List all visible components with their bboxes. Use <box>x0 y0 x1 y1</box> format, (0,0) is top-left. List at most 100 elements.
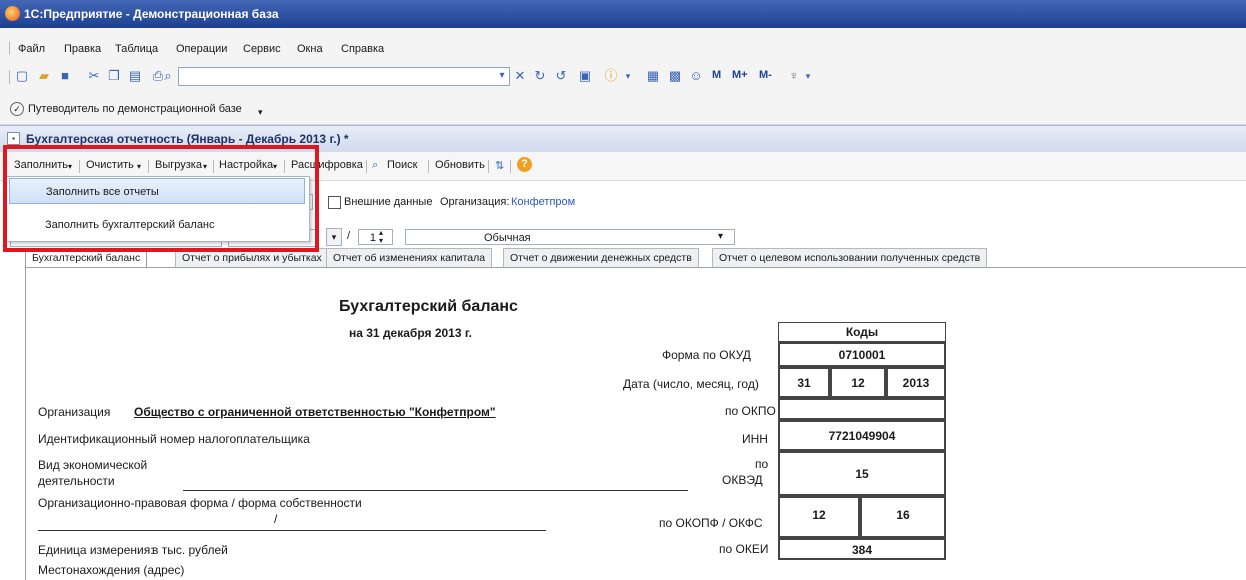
title-bar: 1С:Предприятие - Демонстрационная база <box>0 0 1246 28</box>
save-icon[interactable]: ■ <box>57 68 73 84</box>
menu-bar: Файл Правка Таблица Операции Сервис Окна… <box>0 28 1246 58</box>
legal-form-label: Организационно-правовая форма / форма со… <box>38 496 362 510</box>
tab-capital-changes[interactable]: Отчет об изменениях капитала <box>326 248 493 267</box>
org-label: Организация <box>38 405 111 419</box>
menu-help[interactable]: Справка <box>341 43 384 55</box>
okved-value: 15 <box>778 451 946 496</box>
mode-value: Обычная <box>484 232 531 244</box>
tab-targeted-use[interactable]: Отчет о целевом использовании полученных… <box>712 248 988 267</box>
menu-table[interactable]: Таблица <box>115 43 158 55</box>
menu-edit[interactable]: Правка <box>64 43 101 55</box>
paste-icon[interactable]: ▤ <box>127 68 143 84</box>
menu-service[interactable]: Сервис <box>243 43 281 55</box>
toolbar-grip <box>9 70 10 84</box>
counter-spin-icon[interactable]: ▴ ▾ <box>379 229 383 245</box>
cmd-separator <box>366 160 367 173</box>
balance-form <box>25 267 1246 580</box>
okpo-value <box>778 398 946 420</box>
find-next-icon[interactable]: ↻ <box>532 68 548 84</box>
external-data-checkbox[interactable] <box>328 196 341 209</box>
date-label: Дата (число, месяц, год) <box>623 377 759 391</box>
memory-minus-button[interactable]: M- <box>759 69 772 81</box>
cmd-separator <box>510 160 511 173</box>
menu-file[interactable]: Файл <box>18 43 45 55</box>
help-icon[interactable]: ? <box>517 157 532 172</box>
okopf-label: по ОКОПФ / ОКФС <box>659 516 763 530</box>
counter-input[interactable]: 1 <box>358 229 393 245</box>
okved-label-2: ОКВЭД <box>722 473 763 487</box>
cmd-separator <box>428 160 429 173</box>
inn-label: ИНН <box>742 432 768 446</box>
period-dropdown-icon[interactable]: ▾ <box>326 228 342 246</box>
activity-label-2: деятельности <box>38 474 115 488</box>
organization-label: Организация: <box>440 196 510 208</box>
new-document-icon[interactable]: ▢ <box>14 68 30 84</box>
app-logo-icon <box>5 6 20 21</box>
search-dropdown-icon[interactable]: ▾ <box>494 68 510 84</box>
okpo-label: по ОКПО <box>725 404 776 418</box>
mode-select[interactable]: Обычная <box>405 229 735 245</box>
copy-icon[interactable]: ❐ <box>106 68 122 84</box>
calendar-icon[interactable]: ▦ <box>645 68 661 84</box>
period-slash: / <box>347 230 351 242</box>
okved-label-1: по <box>755 457 769 471</box>
okfs-value: 16 <box>860 496 946 538</box>
okud-value: 0710001 <box>778 342 946 367</box>
date-year-cell: 2013 <box>886 367 946 398</box>
activity-label-1: Вид экономической <box>38 458 148 472</box>
document-title: Бухгалтерская отчетность (Январь - Декаб… <box>26 132 349 146</box>
open-folder-icon[interactable]: ▰ <box>36 68 52 84</box>
form-date-line: на 31 декабря 2013 г. <box>349 326 472 340</box>
okud-label: Форма по ОКУД <box>662 348 751 362</box>
highlight-box <box>3 145 319 252</box>
search-icon[interactable]: ⌕ <box>372 159 378 172</box>
unit-value: в тыс. рублей <box>152 543 228 557</box>
search-icon[interactable]: ⌕ <box>160 68 176 84</box>
history-icon[interactable]: ▣ <box>577 68 593 84</box>
tools-dropdown-icon[interactable]: ▾ <box>800 68 816 84</box>
document-icon: ▪ <box>7 132 20 145</box>
guide-bar: ✓ Путеводитель по демонстрационной базе … <box>0 94 1246 125</box>
users-icon[interactable]: ☺ <box>688 68 704 84</box>
org-value: Общество с ограниченной ответственностью… <box>134 405 496 419</box>
inn-value: 7721049904 <box>778 420 946 451</box>
window-title: 1С:Предприятие - Демонстрационная база <box>24 7 279 21</box>
guide-icon[interactable]: ✓ <box>10 102 24 116</box>
search-button[interactable]: Поиск <box>387 159 417 171</box>
legal-form-slash: / <box>274 512 278 526</box>
menu-operations[interactable]: Операции <box>176 43 227 55</box>
main-toolbar: ▢ ▰ ■ ✂ ❐ ▤ ⎙ ⌕ ▾ ✕ ↻ ↺ ▣ ⓘ ▾ ▦ ▩ ☺ M M+… <box>0 58 1246 94</box>
unit-label: Единица измерения: <box>38 543 154 557</box>
organization-link[interactable]: Конфетпром <box>511 196 575 208</box>
menu-grip <box>9 42 10 54</box>
location-label: Местонахождения (адрес) <box>38 563 185 577</box>
okopf-value: 12 <box>778 496 860 538</box>
form-heading: Бухгалтерский баланс <box>339 298 518 315</box>
clear-search-icon[interactable]: ✕ <box>512 68 528 84</box>
codes-header: Коды <box>778 322 946 342</box>
external-data-label: Внешние данные <box>344 196 433 208</box>
info-dropdown-icon[interactable]: ▾ <box>620 68 636 84</box>
info-icon[interactable]: ⓘ <box>603 68 619 84</box>
guide-link[interactable]: Путеводитель по демонстрационной базе <box>28 103 242 115</box>
guide-dropdown-icon[interactable]: ▾ <box>258 107 263 118</box>
refresh-button[interactable]: Обновить <box>435 159 485 171</box>
date-day-cell: 31 <box>778 367 830 398</box>
counter-value: 1 <box>369 232 376 244</box>
okei-label: по ОКЕИ <box>719 542 769 556</box>
memory-m-button[interactable]: M <box>712 69 721 81</box>
memory-plus-button[interactable]: M+ <box>732 69 748 81</box>
tab-cash-flow[interactable]: Отчет о движении денежных средств <box>503 248 699 267</box>
find-prev-icon[interactable]: ↺ <box>553 68 569 84</box>
search-input[interactable] <box>178 67 510 86</box>
cut-icon[interactable]: ✂ <box>86 68 102 84</box>
activity-underline <box>183 490 688 491</box>
mode-dropdown-icon[interactable]: ▾ <box>718 231 723 242</box>
date-month-cell: 12 <box>830 367 886 398</box>
okei-value: 384 <box>778 538 946 560</box>
legal-form-underline <box>38 530 546 531</box>
calculator-icon[interactable]: ▩ <box>667 68 683 84</box>
menu-windows[interactable]: Окна <box>297 43 323 55</box>
sort-icon[interactable]: ⇅ <box>495 159 504 172</box>
inn-row-label: Идентификационный номер налогоплательщик… <box>38 432 310 446</box>
